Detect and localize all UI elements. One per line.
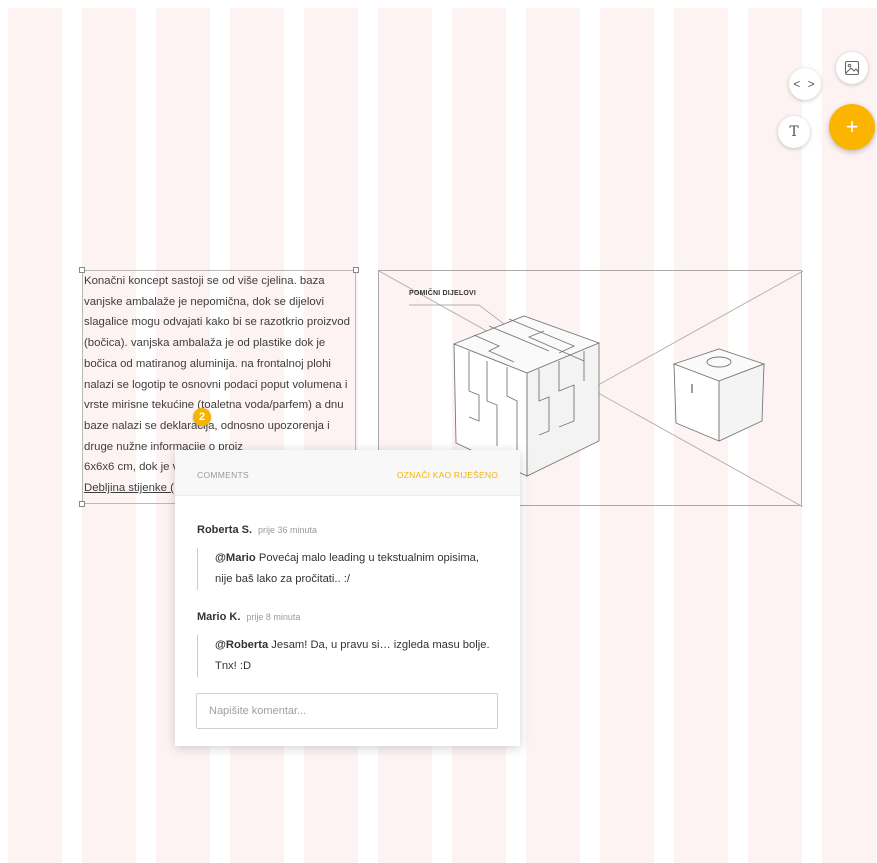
comments-panel: COMMENTS OZNAČI KAO RIJEŠENO Roberta S. p… (175, 450, 520, 746)
code-icon: < > (793, 77, 817, 91)
resize-handle-top-left[interactable] (79, 267, 85, 273)
comment-author: Roberta S. (197, 524, 253, 536)
comments-panel-header: COMMENTS OZNAČI KAO RIJEŠENO (175, 450, 520, 496)
comment-input[interactable] (196, 693, 498, 729)
comment-time: prije 8 minuta (246, 612, 301, 622)
mark-resolved-button[interactable]: OZNAČI KAO RIJEŠENO (397, 470, 498, 480)
text-block-paragraph: Konačni koncept sastoji se od više cjeli… (84, 275, 350, 453)
add-image-button[interactable] (836, 52, 868, 84)
image-icon (844, 60, 860, 76)
plus-icon: + (845, 114, 859, 139)
comment-time: prije 36 minuta (258, 525, 318, 535)
comment-body: @Mario Povećaj malo leading u tekstualni… (197, 548, 495, 590)
add-text-button[interactable]: T (778, 116, 810, 148)
resize-handle-top-right[interactable] (353, 267, 359, 273)
add-code-button[interactable]: < > (789, 68, 821, 100)
comment-header: Mario K. prije 8 minuta (197, 607, 495, 625)
add-button[interactable]: + (829, 104, 875, 150)
comment-item: Mario K. prije 8 minuta @Roberta Jesam! D… (197, 607, 495, 677)
text-icon: T (789, 124, 799, 140)
comment-marker[interactable]: 2 (193, 408, 211, 426)
image-label: POMIČNI DIJELOVI (409, 290, 476, 297)
comment-item: Roberta S. prije 36 minuta @Mario Povećaj… (197, 520, 495, 590)
comment-author: Mario K. (197, 611, 241, 623)
comment-mention[interactable]: @Roberta (215, 639, 268, 651)
comment-mention[interactable]: @Mario (215, 552, 256, 564)
comments-title: COMMENTS (197, 470, 249, 480)
comment-body: @Roberta Jesam! Da, u pravu si… izgleda … (197, 635, 495, 677)
comment-header: Roberta S. prije 36 minuta (197, 520, 495, 538)
resize-handle-bottom-left[interactable] (79, 501, 85, 507)
grid-column (8, 8, 62, 863)
